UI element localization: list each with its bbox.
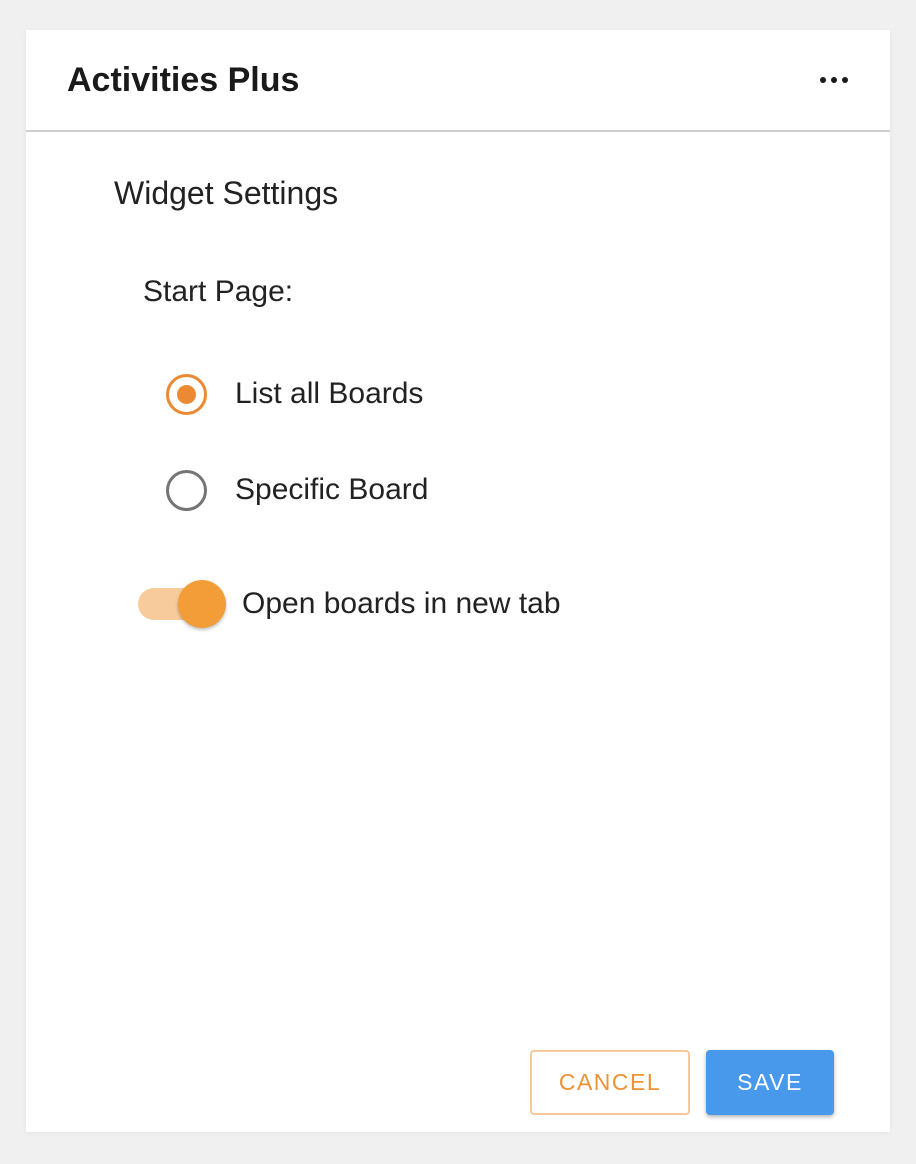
- radio-unchecked-icon[interactable]: [166, 469, 207, 511]
- cancel-button[interactable]: CANCEL: [530, 1050, 690, 1115]
- app-title: Activities Plus: [67, 61, 300, 99]
- radio-label-specific-board: Specific Board: [235, 473, 429, 506]
- radio-specific-board[interactable]: Specific Board: [166, 468, 428, 512]
- start-page-label: Start Page:: [143, 275, 294, 308]
- more-options-icon[interactable]: [812, 62, 856, 98]
- section-title: Widget Settings: [114, 175, 339, 211]
- card-header: Activities Plus: [26, 30, 890, 132]
- radio-label-list-all-boards: List all Boards: [235, 377, 424, 410]
- toggle-thumb[interactable]: [178, 580, 226, 628]
- widget-settings-card: Activities Plus Widget Settings Start Pa…: [26, 30, 890, 1132]
- save-button[interactable]: SAVE: [706, 1050, 834, 1115]
- radio-list-all-boards[interactable]: List all Boards: [166, 372, 423, 416]
- open-new-tab-setting: Open boards in new tab: [138, 578, 561, 630]
- radio-checked-icon[interactable]: [166, 373, 207, 415]
- open-new-tab-label: Open boards in new tab: [242, 587, 561, 620]
- open-new-tab-toggle[interactable]: [138, 578, 226, 630]
